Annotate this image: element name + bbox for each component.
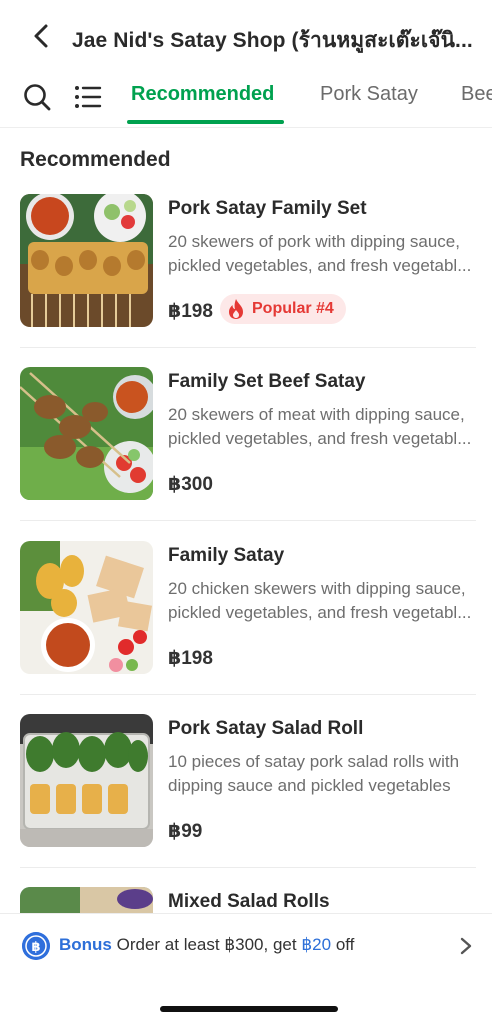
bonus-amount: ฿20 (301, 935, 332, 954)
chevron-right-icon[interactable] (458, 936, 474, 956)
menu-item[interactable]: Family Set Beef Satay 20 skewers of meat… (20, 347, 476, 521)
bonus-condition: Order at least ฿300, get (116, 935, 297, 954)
item-description: 20 skewers of pork with dipping sauce, p… (168, 232, 472, 275)
bonus-label: Bonus (59, 935, 112, 954)
item-price: ฿198 (168, 301, 213, 322)
section-title: Recommended (20, 148, 171, 171)
item-name: Family Satay (168, 545, 285, 566)
item-image (20, 541, 153, 674)
menu-item[interactable]: Pork Satay Salad Roll 10 pieces of satay… (20, 694, 476, 868)
item-name: Pork Satay Family Set (168, 198, 367, 219)
item-image (20, 194, 153, 327)
item-image (20, 714, 153, 847)
category-tab-bar: Recommended Pork Satay Bee (0, 72, 492, 128)
search-icon[interactable] (22, 82, 52, 112)
popular-badge: Popular #4 (220, 294, 346, 324)
bonus-promo-bar[interactable]: ฿ Bonus Order at least ฿300, get ฿20 off (0, 913, 492, 975)
tab-beef[interactable]: Bee (461, 83, 492, 106)
item-price: ฿198 (168, 648, 213, 669)
shop-title: Jae Nid's Satay Shop (ร้านหมูสะเต๊ะเจ๊นิ… (72, 29, 472, 52)
menu-item[interactable]: Family Satay 20 chicken skewers with dip… (20, 521, 476, 695)
flame-icon (229, 299, 243, 319)
item-name: Family Set Beef Satay (168, 371, 366, 392)
menu-item[interactable]: Mixed Salad Rolls (20, 867, 476, 913)
active-tab-indicator (127, 120, 284, 124)
bonus-suffix: off (335, 935, 355, 954)
home-indicator (160, 1006, 338, 1012)
item-image (20, 367, 153, 500)
item-name: Pork Satay Salad Roll (168, 718, 364, 739)
item-price: ฿300 (168, 474, 213, 495)
tab-recommended[interactable]: Recommended (131, 83, 274, 106)
item-image (20, 887, 153, 913)
menu-item[interactable]: Pork Satay Family Set 20 skewers of pork… (20, 174, 476, 348)
tab-divider (0, 127, 492, 128)
back-arrow-icon[interactable] (30, 22, 54, 50)
item-description: 20 chicken skewers with dipping sauce, p… (168, 579, 472, 622)
item-price: ฿99 (168, 821, 203, 842)
bonus-text: Bonus Order at least ฿300, get ฿20 off (59, 935, 354, 955)
item-description: 20 skewers of meat with dipping sauce, p… (168, 405, 472, 448)
popular-badge-label: Popular #4 (252, 300, 334, 317)
top-bar: Jae Nid's Satay Shop (ร้านหมูสะเต๊ะเจ๊นิ… (0, 0, 492, 72)
tab-pork-satay[interactable]: Pork Satay (320, 83, 418, 106)
item-description: 10 pieces of satay pork salad rolls with… (168, 752, 460, 795)
bonus-coin-icon: ฿ (22, 932, 50, 960)
category-list-icon[interactable] (73, 82, 103, 112)
item-name: Mixed Salad Rolls (168, 891, 330, 912)
svg-text:฿: ฿ (31, 940, 40, 955)
